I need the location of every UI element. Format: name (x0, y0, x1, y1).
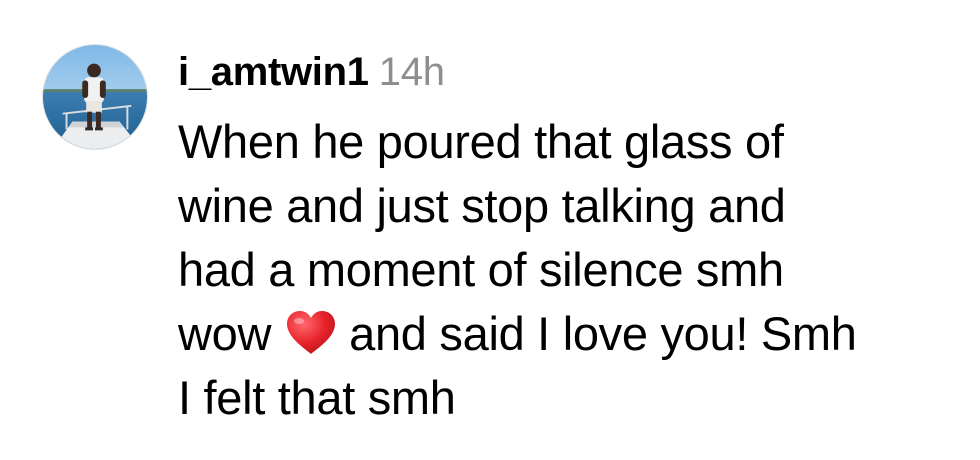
comment-line-2: wine and just stop talking and (178, 179, 786, 232)
avatar-photo-icon (43, 45, 147, 149)
comment-item: i_amtwin1 14h When he poured that glass … (0, 0, 980, 460)
avatar[interactable] (42, 44, 148, 150)
comment-line-4: wow and said I love you! Smh (178, 302, 968, 366)
comment-text: When he poured that glass of wine and ju… (178, 110, 968, 430)
comment-line-1: When he poured that glass of (178, 115, 784, 168)
username-link[interactable]: i_amtwin1 (178, 50, 369, 95)
timestamp: 14h (378, 50, 445, 94)
comment-line-4-start: wow (178, 307, 272, 360)
comment-line-4-end: and said I love you! Smh (349, 307, 857, 360)
comment-line-3: had a moment of silence smh (178, 243, 784, 296)
comment-line-5: I felt that smh (178, 371, 456, 424)
comment-header: i_amtwin1 14h (178, 50, 445, 102)
red-heart-icon (285, 310, 337, 356)
